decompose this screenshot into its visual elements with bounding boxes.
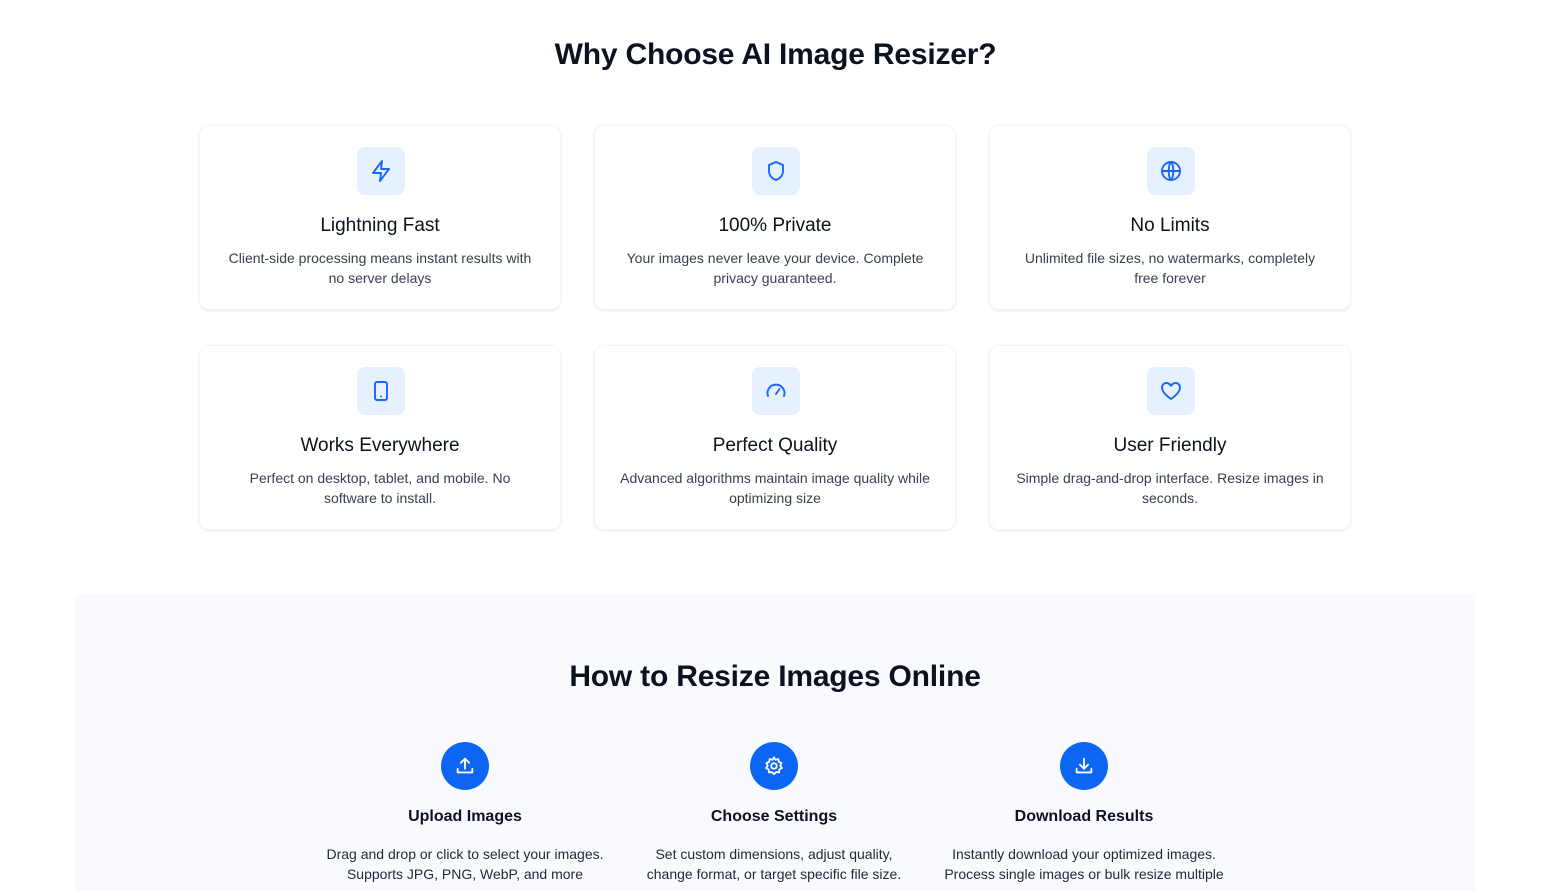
step-download: Download Results Instantly download your… xyxy=(934,742,1234,884)
step-title: Download Results xyxy=(1014,808,1154,825)
step-title: Choose Settings xyxy=(710,808,838,825)
feature-desc: Unlimited file sizes, no watermarks, com… xyxy=(1024,250,1316,286)
feature-title: No Limits xyxy=(1130,215,1210,236)
download-icon xyxy=(1060,742,1108,790)
step-desc: Instantly download your optimized images… xyxy=(944,846,1224,882)
feature-desc: Client-side processing means instant res… xyxy=(228,250,532,286)
why-choose-title: Why Choose AI Image Resizer? xyxy=(554,38,997,71)
tablet-icon xyxy=(357,367,405,415)
how-to-title: How to Resize Images Online xyxy=(569,660,981,693)
shield-icon xyxy=(752,147,800,195)
feature-card-user-friendly: User Friendly Simple drag-and-drop inter… xyxy=(989,345,1351,530)
feature-title: Works Everywhere xyxy=(300,435,460,456)
gauge-icon xyxy=(752,367,800,415)
feature-title: Lightning Fast xyxy=(320,215,440,236)
heart-icon xyxy=(1147,367,1195,415)
feature-desc: Your images never leave your device. Com… xyxy=(626,250,924,286)
feature-title: User Friendly xyxy=(1113,435,1227,456)
feature-card-lightning-fast: Lightning Fast Client-side processing me… xyxy=(199,125,561,310)
feature-title: 100% Private xyxy=(718,215,832,236)
feature-card-private: 100% Private Your images never leave you… xyxy=(594,125,956,310)
features-grid: Lightning Fast Client-side processing me… xyxy=(199,125,1351,530)
feature-card-perfect-quality: Perfect Quality Advanced algorithms main… xyxy=(594,345,956,530)
how-to-section: How to Resize Images Online Upload Image… xyxy=(75,594,1475,891)
upload-icon xyxy=(441,742,489,790)
step-desc: Drag and drop or click to select your im… xyxy=(326,846,604,882)
feature-desc: Perfect on desktop, tablet, and mobile. … xyxy=(249,470,511,506)
feature-desc: Advanced algorithms maintain image quali… xyxy=(620,470,930,506)
step-upload: Upload Images Drag and drop or click to … xyxy=(315,742,615,884)
lightning-icon xyxy=(357,147,405,195)
gear-icon xyxy=(750,742,798,790)
globe-icon xyxy=(1147,147,1195,195)
feature-title: Perfect Quality xyxy=(712,435,838,456)
step-title: Upload Images xyxy=(408,808,522,825)
feature-card-no-limits: No Limits Unlimited file sizes, no water… xyxy=(989,125,1351,310)
step-desc: Set custom dimensions, adjust quality, c… xyxy=(646,846,902,882)
feature-card-works-everywhere: Works Everywhere Perfect on desktop, tab… xyxy=(199,345,561,530)
feature-desc: Simple drag-and-drop interface. Resize i… xyxy=(1016,470,1324,506)
step-settings: Choose Settings Set custom dimensions, a… xyxy=(624,742,924,884)
